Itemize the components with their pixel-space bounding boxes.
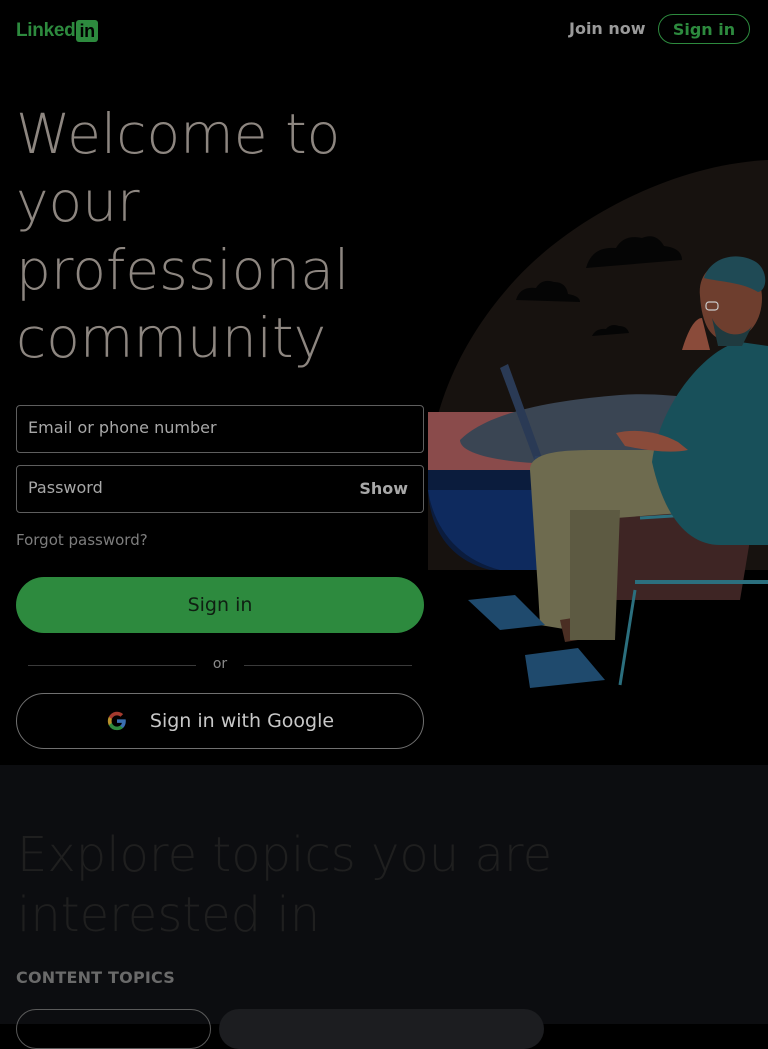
google-sign-in-button[interactable]: Sign in with Google — [16, 693, 424, 749]
or-divider: or — [28, 656, 412, 676]
linkedin-logo[interactable]: Linked in — [16, 19, 98, 43]
explore-heading: Explore topics you are interested in — [17, 827, 553, 943]
forgot-password-link[interactable]: Forgot password? — [16, 531, 148, 549]
content-topics-label: CONTENT TOPICS — [16, 968, 176, 987]
sign-in-button[interactable]: Sign in — [16, 577, 424, 633]
password-input[interactable] — [28, 478, 328, 497]
hero-illustration — [428, 160, 768, 688]
logo-in-box: in — [76, 20, 98, 42]
password-field[interactable]: Show — [16, 465, 424, 513]
email-input[interactable] — [28, 418, 328, 437]
google-button-label: Sign in with Google — [149, 710, 335, 732]
show-password-button[interactable]: Show — [359, 479, 408, 498]
page-title: Welcome to your professional community — [16, 102, 350, 370]
divider-line-right — [244, 665, 412, 666]
join-now-link[interactable]: Join now — [569, 19, 646, 38]
sign-in-header-button[interactable]: Sign in — [658, 14, 750, 44]
google-icon — [107, 711, 126, 731]
email-field[interactable] — [16, 405, 424, 453]
hero-section: Linked in Join now Sign in Welcome to you… — [0, 0, 768, 765]
divider-text: or — [212, 656, 228, 672]
topic-pill[interactable] — [16, 1009, 211, 1049]
explore-section: Explore topics you are interested in CON… — [0, 765, 768, 1049]
topic-pill[interactable] — [219, 1009, 544, 1049]
logo-text: Linked — [16, 20, 76, 41]
